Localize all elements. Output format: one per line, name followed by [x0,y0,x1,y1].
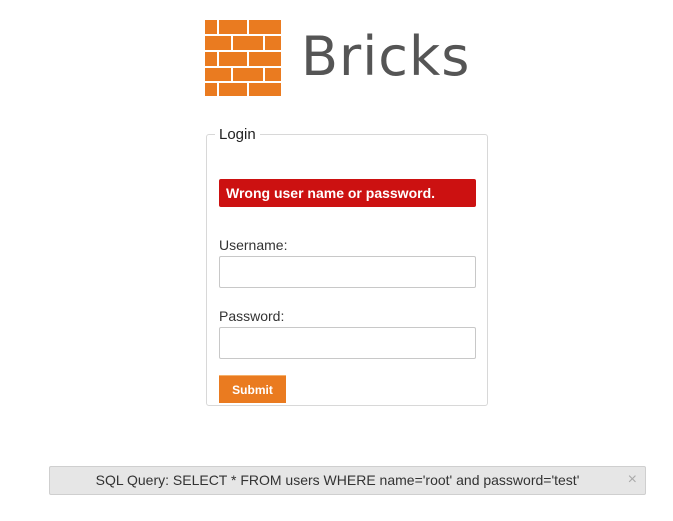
password-input[interactable] [219,327,476,359]
submit-button[interactable]: Submit [219,375,286,403]
page: Bricks Login Wrong user name or password… [0,0,673,521]
logo: Bricks [205,20,469,96]
error-message: Wrong user name or password. [219,179,476,207]
close-icon[interactable]: × [628,467,637,492]
login-form: Login Wrong user name or password. Usern… [206,126,488,406]
sql-query-bar: SQL Query: SELECT * FROM users WHERE nam… [49,466,646,495]
password-label: Password: [219,308,285,324]
brand-name: Bricks [301,25,471,88]
sql-query-text: SQL Query: SELECT * FROM users WHERE nam… [95,472,580,488]
brick-wall-icon [205,20,281,96]
login-legend: Login [219,126,256,143]
username-label: Username: [219,237,288,253]
username-input[interactable] [219,256,476,288]
